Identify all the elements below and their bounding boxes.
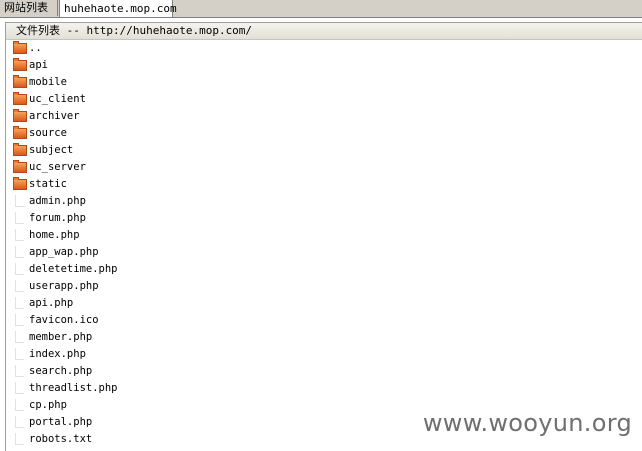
- file-icon: [15, 246, 24, 258]
- folder-row[interactable]: static: [6, 176, 642, 193]
- folder-row[interactable]: api: [6, 57, 642, 74]
- folder-row[interactable]: source: [6, 125, 642, 142]
- folder-icon: [13, 109, 27, 122]
- folder-name: ..: [29, 42, 42, 54]
- folder-name: uc_server: [29, 161, 86, 173]
- file-row[interactable]: home.php: [6, 227, 642, 244]
- file-name: cp.php: [29, 399, 67, 411]
- file-row[interactable]: app_wap.php: [6, 244, 642, 261]
- file-icon: [15, 365, 24, 377]
- folder-row[interactable]: uc_server: [6, 159, 642, 176]
- file-icon: [15, 229, 24, 241]
- file-name: userapp.php: [29, 280, 99, 292]
- file-row[interactable]: favicon.ico: [6, 312, 642, 329]
- file-icon: [15, 348, 24, 360]
- folder-name: static: [29, 178, 67, 190]
- folder-name: source: [29, 127, 67, 139]
- file-icon: [15, 297, 24, 309]
- file-name: robots.txt: [29, 433, 93, 445]
- folder-row[interactable]: ..: [6, 40, 642, 57]
- folder-icon: [13, 92, 27, 105]
- file-icon: [15, 195, 24, 207]
- folder-name: api: [29, 59, 48, 71]
- folder-icon: [13, 177, 27, 190]
- file-name: app_wap.php: [29, 246, 99, 258]
- file-row[interactable]: forum.php: [6, 210, 642, 227]
- file-list: .. api mobile uc_client archiver source subjec…: [6, 40, 642, 448]
- folder-icon: [13, 143, 27, 156]
- file-name: favicon.ico: [29, 314, 99, 326]
- file-icon: [15, 382, 24, 394]
- folder-icon: [13, 75, 27, 88]
- folder-row[interactable]: uc_client: [6, 91, 642, 108]
- file-icon: [15, 263, 24, 275]
- folder-row[interactable]: archiver: [6, 108, 642, 125]
- file-name: index.php: [29, 348, 86, 360]
- folder-name: archiver: [29, 110, 80, 122]
- file-name: admin.php: [29, 195, 86, 207]
- file-row[interactable]: member.php: [6, 329, 642, 346]
- file-name: home.php: [29, 229, 80, 241]
- folder-name: subject: [29, 144, 74, 156]
- file-row[interactable]: userapp.php: [6, 278, 642, 295]
- tab-bar: 网站列表 huhehaote.mop.com: [0, 0, 642, 18]
- tab-site-list[interactable]: 网站列表: [0, 0, 58, 16]
- file-row[interactable]: index.php: [6, 346, 642, 363]
- file-name: search.php: [29, 365, 93, 377]
- file-icon: [15, 314, 24, 326]
- file-name: threadlist.php: [29, 382, 118, 394]
- file-row[interactable]: admin.php: [6, 193, 642, 210]
- file-row[interactable]: api.php: [6, 295, 642, 312]
- file-row[interactable]: deletetime.php: [6, 261, 642, 278]
- file-icon: [15, 433, 24, 445]
- folder-row[interactable]: subject: [6, 142, 642, 159]
- file-icon: [15, 416, 24, 428]
- file-icon: [15, 280, 24, 292]
- folder-name: mobile: [29, 76, 67, 88]
- file-name: member.php: [29, 331, 93, 343]
- file-list-title: 文件列表 -- http://huhehaote.mop.com/: [16, 24, 253, 37]
- file-list-panel: 文件列表 -- http://huhehaote.mop.com/ .. api m…: [5, 22, 642, 451]
- file-list-header: 文件列表 -- http://huhehaote.mop.com/: [6, 23, 642, 40]
- tab-current-site[interactable]: huhehaote.mop.com: [59, 0, 177, 17]
- file-icon: [15, 212, 24, 224]
- folder-icon: [13, 160, 27, 173]
- folder-name: uc_client: [29, 93, 86, 105]
- file-name: forum.php: [29, 212, 86, 224]
- file-name: portal.php: [29, 416, 93, 428]
- folder-icon: [13, 126, 27, 139]
- watermark: www.wooyun.org: [422, 409, 632, 437]
- folder-icon: [13, 58, 27, 71]
- file-name: deletetime.php: [29, 263, 118, 275]
- file-row[interactable]: threadlist.php: [6, 380, 642, 397]
- file-name: api.php: [29, 297, 74, 309]
- file-manager-window: 网站列表 huhehaote.mop.com 文件列表 -- http://hu…: [0, 0, 642, 451]
- file-row[interactable]: search.php: [6, 363, 642, 380]
- folder-row[interactable]: mobile: [6, 74, 642, 91]
- file-icon: [15, 399, 24, 411]
- folder-icon: [13, 41, 27, 54]
- file-icon: [15, 331, 24, 343]
